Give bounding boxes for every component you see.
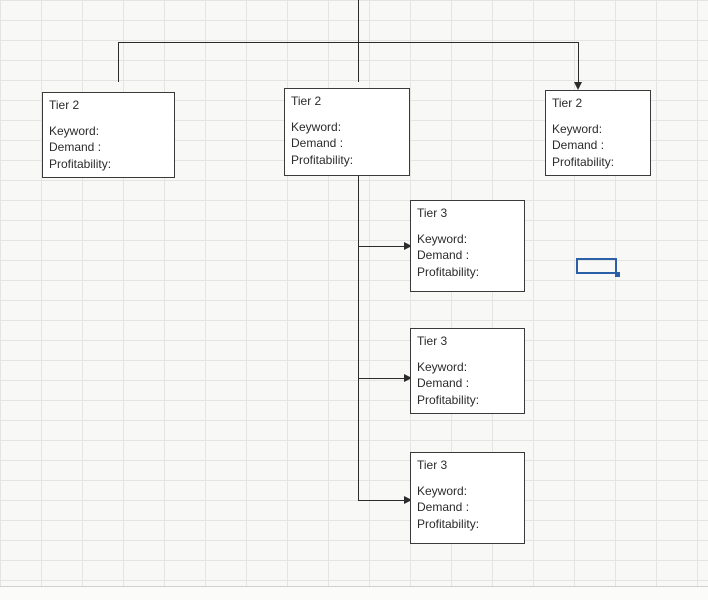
node-line: Profitability: [417, 517, 479, 531]
selection-fill-handle[interactable] [615, 272, 620, 277]
conn-top-split [118, 42, 578, 43]
tier2-box-b: Tier 2 Keyword: Demand : Profitability: [284, 88, 410, 176]
node-line: Keyword: [552, 122, 602, 136]
tier2-box-a: Tier 2 Keyword: Demand : Profitability: [42, 92, 175, 178]
node-title: Tier 2 [552, 95, 644, 111]
arrow-drop-c [574, 82, 582, 90]
selected-cell[interactable] [576, 258, 617, 274]
node-line: Keyword: [291, 120, 341, 134]
node-line: Keyword: [417, 484, 467, 498]
tier3-box-a: Tier 3 Keyword: Demand : Profitability: [410, 200, 525, 292]
node-title: Tier 2 [49, 97, 168, 113]
node-line: Demand : [552, 138, 604, 152]
node-title: Tier 2 [291, 93, 403, 109]
tier2-box-c: Tier 2 Keyword: Demand : Profitability: [545, 90, 651, 176]
node-line: Profitability: [417, 393, 479, 407]
conn-drop-c [578, 42, 579, 82]
conn-drop-a [118, 42, 119, 82]
node-line: Demand : [417, 500, 469, 514]
conn-drop-b [358, 42, 359, 82]
node-line: Keyword: [49, 124, 99, 138]
node-line: Profitability: [291, 153, 353, 167]
node-line: Keyword: [417, 232, 467, 246]
node-line: Demand : [417, 248, 469, 262]
node-line: Demand : [417, 376, 469, 390]
node-title: Tier 3 [417, 333, 518, 349]
tier3-box-b: Tier 3 Keyword: Demand : Profitability: [410, 328, 525, 414]
node-line: Profitability: [417, 265, 479, 279]
node-line: Profitability: [49, 157, 111, 171]
tier3-box-c: Tier 3 Keyword: Demand : Profitability: [410, 452, 525, 544]
conn-branch-b [358, 378, 404, 379]
node-title: Tier 3 [417, 457, 518, 473]
bottom-edge [0, 586, 708, 600]
conn-t2b-stem [358, 176, 359, 500]
node-title: Tier 3 [417, 205, 518, 221]
node-line: Profitability: [552, 155, 614, 169]
conn-branch-a [358, 246, 404, 247]
node-line: Demand : [291, 136, 343, 150]
conn-root-stem [358, 0, 359, 42]
node-line: Demand : [49, 140, 101, 154]
conn-branch-c [358, 500, 404, 501]
node-line: Keyword: [417, 360, 467, 374]
